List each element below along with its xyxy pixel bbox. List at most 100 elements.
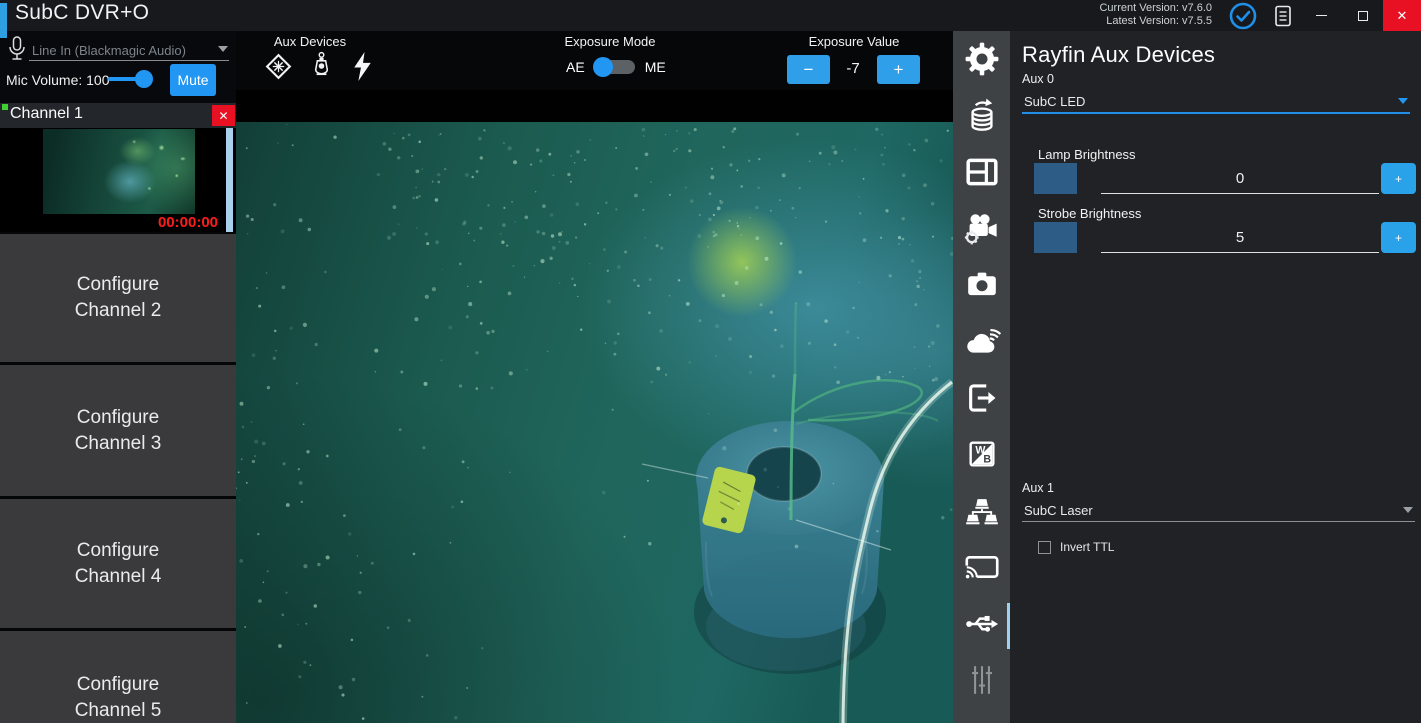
aux0-label: Aux 0 <box>1022 72 1054 86</box>
exposure-mode-toggle[interactable] <box>595 60 635 74</box>
window-layout-icon <box>964 156 1000 193</box>
usb-icon <box>963 609 1001 644</box>
toolbar-network-button[interactable] <box>953 485 1010 542</box>
camera-icon <box>964 269 1000 306</box>
audio-input-underline <box>29 60 229 61</box>
toolbar-usb-button[interactable] <box>953 598 1010 655</box>
mic-volume-value: 100 <box>86 72 109 88</box>
aux-lamp-icon[interactable] <box>311 51 332 87</box>
lamp-brightness-row: 0 + <box>1034 163 1416 194</box>
underwater-scene <box>236 122 953 723</box>
svg-text:B: B <box>983 454 991 466</box>
lamp-brightness-value: 0 <box>1236 170 1244 187</box>
aux-compass-icon[interactable] <box>264 52 293 86</box>
title-accent-bar <box>0 3 7 38</box>
aux1-label: Aux 1 <box>1022 481 1054 495</box>
invert-ttl-label: Invert TTL <box>1060 540 1114 554</box>
toolbar-screen-cast-button[interactable] <box>953 542 1010 599</box>
current-version: Current Version: v7.6.0 <box>1099 2 1212 15</box>
main-video-feed <box>236 90 953 723</box>
export-icon <box>965 382 999 419</box>
toolbar-layout-button[interactable] <box>953 146 1010 203</box>
toolbar-storage-button[interactable] <box>953 90 1010 147</box>
configure-channel-4-button[interactable]: Configure Channel 4 <box>0 499 236 628</box>
invert-ttl-row: Invert TTL <box>1038 540 1114 554</box>
strobe-brightness-slider[interactable]: 5 <box>1101 222 1379 253</box>
strobe-brightness-decrease-button[interactable] <box>1034 222 1077 253</box>
update-check-icon[interactable] <box>1228 1 1258 31</box>
invert-ttl-checkbox[interactable] <box>1038 541 1051 554</box>
toolbar-export-button[interactable] <box>953 372 1010 429</box>
chevron-down-icon <box>218 46 228 52</box>
channel-1-preview-area: 00:00:00 <box>0 128 236 232</box>
toolbar-adjustments-button[interactable] <box>953 655 1010 712</box>
audio-input-select[interactable]: Line In (Blackmagic Audio) <box>29 36 229 62</box>
toolbar-video-settings-button[interactable] <box>953 203 1010 260</box>
channel-list: Channel 1 ✕ 00:00:00 Configure Channel 2… <box>0 103 236 723</box>
white-balance-icon: WB <box>966 438 998 475</box>
audio-input-value: Line In (Blackmagic Audio) <box>32 43 186 58</box>
maximize-button[interactable] <box>1343 0 1383 31</box>
aux-device-status-icons <box>264 51 375 87</box>
record-timer: 00:00:00 <box>0 214 218 231</box>
configure-channel-3-button[interactable]: Configure Channel 3 <box>0 365 236 496</box>
maximize-icon <box>1358 11 1368 21</box>
aux-devices-label: Aux Devices <box>250 34 370 49</box>
exposure-ae-option[interactable]: AE <box>566 59 585 75</box>
aux0-device-select[interactable]: SubC LED <box>1022 89 1412 113</box>
app-title: SubC DVR+O <box>15 1 149 25</box>
minimize-button[interactable] <box>1300 0 1343 31</box>
chevron-down-icon <box>1403 507 1413 513</box>
exposure-value: -7 <box>831 60 875 77</box>
camera-control-bar: Aux Devices Exposure Mode AE ME Exposure… <box>236 31 953 90</box>
minimize-icon <box>1316 15 1327 16</box>
toolbar-white-balance-button[interactable]: WB <box>953 429 1010 486</box>
mute-button[interactable]: Mute <box>170 64 216 96</box>
toolbar-cloud-stream-button[interactable] <box>953 316 1010 373</box>
channel-1-video-thumbnail[interactable] <box>43 129 195 214</box>
toolbar-settings-button[interactable] <box>953 33 1010 90</box>
close-icon: ✕ <box>1397 8 1408 24</box>
aux1-device-select[interactable]: SubC Laser <box>1022 498 1417 522</box>
sliders-icon <box>965 662 999 703</box>
channel-list-scrollbar[interactable] <box>226 128 233 232</box>
strobe-brightness-label: Strobe Brightness <box>1038 206 1141 221</box>
configure-channel-5-button[interactable]: Configure Channel 5 <box>0 631 236 723</box>
mic-volume-slider-knob[interactable] <box>135 70 153 88</box>
exposure-value-label: Exposure Value <box>794 34 914 49</box>
exposure-mode-label: Exposure Mode <box>550 34 670 49</box>
rayfin-aux-devices-panel: Rayfin Aux Devices Aux 0 SubC LED Lamp B… <box>1010 31 1421 723</box>
exposure-decrease-button[interactable]: − <box>787 55 830 84</box>
video-camera-gear-icon <box>963 209 1001 252</box>
configure-channel-2-button[interactable]: Configure Channel 2 <box>0 234 236 362</box>
version-info: Current Version: v7.6.0 Latest Version: … <box>1099 2 1212 28</box>
channel-1-close-button[interactable]: ✕ <box>212 105 235 126</box>
lamp-brightness-decrease-button[interactable] <box>1034 163 1077 194</box>
strobe-brightness-row: 5 + <box>1034 222 1416 253</box>
exposure-me-option[interactable]: ME <box>645 59 666 75</box>
close-button[interactable]: ✕ <box>1383 0 1421 31</box>
aux0-device-value: SubC LED <box>1024 94 1085 109</box>
gear-icon <box>965 42 999 81</box>
strobe-brightness-value: 5 <box>1236 229 1244 246</box>
lamp-brightness-slider[interactable]: 0 <box>1101 163 1379 194</box>
side-toolbar: WB <box>953 31 1010 723</box>
toggle-knob <box>593 57 613 77</box>
channel-1-header: Channel 1 ✕ <box>0 103 236 128</box>
strobe-brightness-increase-button[interactable]: + <box>1381 222 1416 253</box>
lamp-brightness-increase-button[interactable]: + <box>1381 163 1416 194</box>
channel-1-label: Channel 1 <box>10 105 83 123</box>
panel-title: Rayfin Aux Devices <box>1022 42 1215 68</box>
network-icon <box>964 494 1000 533</box>
exposure-mode-toggle-row: AE ME <box>566 59 666 75</box>
exposure-increase-button[interactable]: + <box>877 55 920 84</box>
channel-active-indicator <box>2 104 8 110</box>
latest-version: Latest Version: v7.5.5 <box>1099 15 1212 28</box>
toolbar-camera-button[interactable] <box>953 259 1010 316</box>
subc-dvr-window: SubC DVR+O Current Version: v7.6.0 Lates… <box>0 0 1421 723</box>
release-notes-icon[interactable] <box>1268 1 1298 31</box>
close-icon: ✕ <box>218 109 228 123</box>
database-sync-icon <box>965 97 999 138</box>
aux-strobe-icon[interactable] <box>350 51 375 87</box>
title-bar: SubC DVR+O Current Version: v7.6.0 Lates… <box>0 0 1421 31</box>
